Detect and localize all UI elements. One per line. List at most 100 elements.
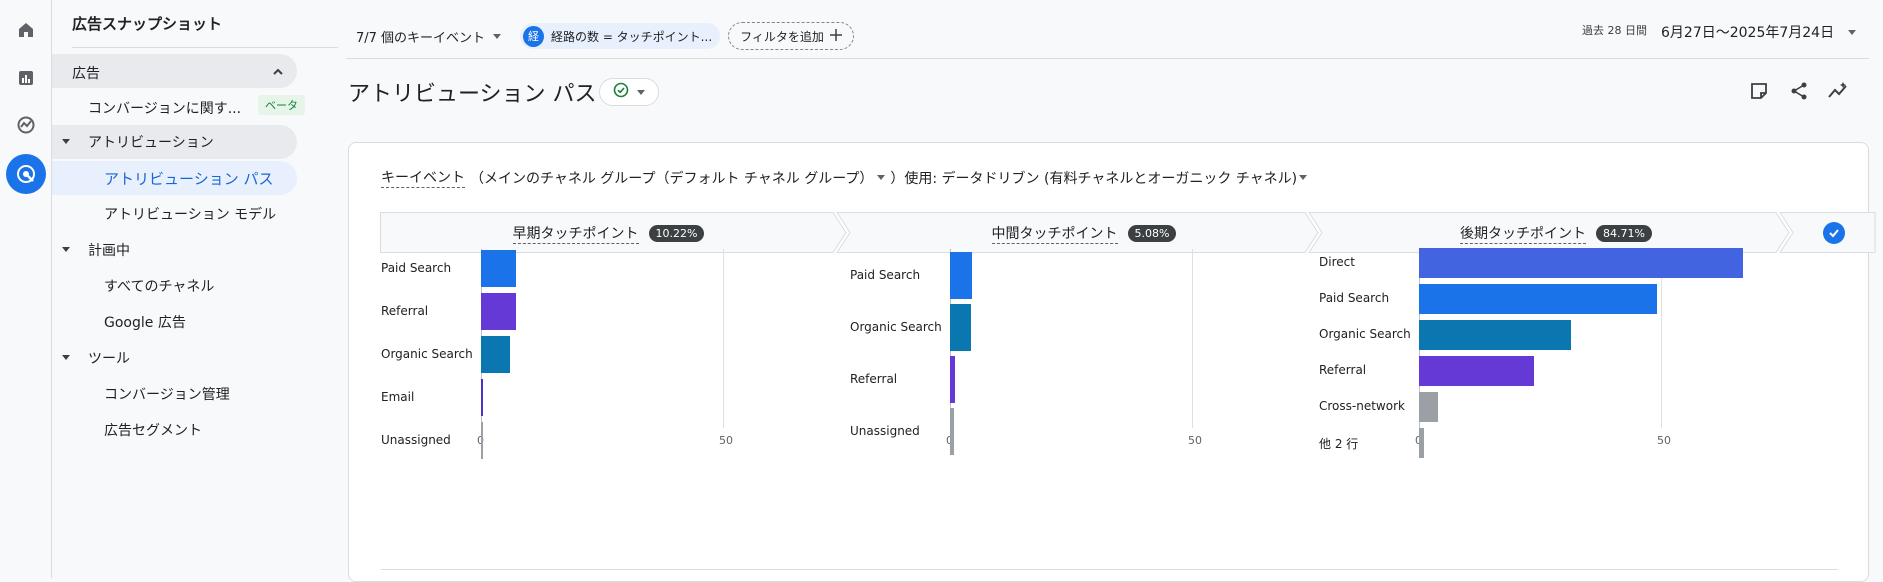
category-label: Referral bbox=[850, 371, 898, 386]
dimension-selector[interactable]: （メインのチャネル グループ（デフォルト チャネル グループ） bbox=[470, 168, 886, 188]
sidebar-section-label: 広告 bbox=[72, 66, 100, 82]
date-range-label: 6月27日～2025年7月24日 bbox=[1661, 25, 1835, 41]
add-filter-label: フィルタを追加 bbox=[740, 29, 824, 44]
share-icon[interactable] bbox=[1786, 78, 1812, 104]
bar[interactable] bbox=[481, 336, 511, 373]
stage-percent-badge: 84.71% bbox=[1596, 224, 1652, 242]
x-tick-label: 50 bbox=[1657, 434, 1671, 447]
icon-rail bbox=[0, 0, 52, 578]
expand-triangle-icon bbox=[62, 247, 70, 252]
dimension-label: （メインのチャネル グループ（デフォルト チャネル グループ） bbox=[470, 170, 874, 187]
home-icon[interactable] bbox=[6, 10, 46, 50]
sidebar-item-google-ads[interactable]: Google 広告 bbox=[104, 305, 186, 339]
sidebar-item-label: 広告セグメント bbox=[104, 423, 202, 439]
sidebar-item-label: ツール bbox=[88, 351, 130, 367]
header-divider bbox=[346, 58, 1869, 59]
insights-icon[interactable] bbox=[1825, 78, 1851, 104]
sidebar-divider bbox=[72, 47, 338, 48]
bar[interactable] bbox=[481, 422, 483, 459]
bar[interactable] bbox=[481, 379, 483, 416]
check-circle-icon bbox=[613, 82, 629, 102]
chevron-up-icon bbox=[271, 64, 285, 83]
plus-icon bbox=[829, 28, 842, 44]
edit-note-icon[interactable] bbox=[1746, 78, 1772, 104]
sidebar-item-ad-segments[interactable]: 広告セグメント bbox=[104, 413, 202, 447]
sidebar-item-conversion-management[interactable]: コンバージョン管理 bbox=[104, 377, 230, 411]
category-label: Email bbox=[381, 389, 415, 404]
sidebar-item-label: アトリビューション パス bbox=[104, 169, 274, 188]
sidebar-item-planning[interactable]: 計画中 bbox=[52, 233, 302, 267]
bar[interactable] bbox=[481, 293, 516, 330]
advertising-icon[interactable] bbox=[6, 154, 46, 194]
page-title: アトリビューション パス bbox=[348, 82, 597, 107]
sidebar-item-label: コンバージョン管理 bbox=[104, 387, 230, 403]
category-label: Unassigned bbox=[381, 432, 451, 447]
card-description: キーイベント （メインのチャネル グループ（デフォルト チャネル グループ） ）… bbox=[381, 167, 1308, 188]
category-label: Cross-network bbox=[1319, 399, 1405, 413]
sidebar-item-attribution-models[interactable]: アトリビューション モデル bbox=[104, 197, 276, 231]
grid-line bbox=[723, 249, 724, 428]
sidebar-section-ads[interactable]: 広告 bbox=[52, 54, 297, 88]
sidebar-item-all-channels[interactable]: すべてのチャネル bbox=[104, 269, 214, 303]
stage-percent-badge: 10.22% bbox=[648, 224, 705, 242]
beta-badge: ベータ bbox=[258, 95, 305, 115]
stage-late[interactable]: 後期タッチポイント 84.71% bbox=[1321, 213, 1791, 253]
bar[interactable] bbox=[481, 250, 517, 287]
filter-chip-label: 経路の数 = タッチポイント... bbox=[551, 29, 713, 44]
status-selector[interactable] bbox=[599, 78, 659, 106]
add-filter-button[interactable]: フィルタを追加 bbox=[728, 22, 854, 50]
sidebar-item-label: アトリビューション モデル bbox=[104, 207, 277, 223]
expand-triangle-icon bbox=[62, 139, 70, 144]
explore-icon[interactable] bbox=[6, 105, 46, 145]
sidebar: 広告スナップショット 広告 コンバージョンに関す... ベータ アトリビューショ… bbox=[52, 0, 338, 578]
bar[interactable] bbox=[1419, 356, 1535, 386]
model-selector[interactable]: ）使用: データドリブン (有料チャネルとオーガニック チャネル) bbox=[890, 168, 1308, 188]
category-label: Organic Search bbox=[1319, 327, 1411, 341]
category-label: Paid Search bbox=[850, 267, 921, 282]
date-range-selector[interactable]: 6月27日～2025年7月24日 bbox=[1661, 22, 1857, 42]
sidebar-item-label: 計画中 bbox=[88, 243, 130, 259]
category-label: Organic Search bbox=[381, 346, 473, 361]
reports-icon[interactable] bbox=[6, 58, 46, 98]
category-label: Organic Search bbox=[850, 319, 942, 334]
bar[interactable] bbox=[1419, 392, 1439, 422]
filter-badge: 経 bbox=[523, 25, 544, 47]
x-tick-label: 50 bbox=[1188, 434, 1202, 447]
bar[interactable] bbox=[1419, 428, 1424, 458]
model-label: ）使用: データドリブン (有料チャネルとオーガニック チャネル) bbox=[890, 170, 1298, 187]
date-range-prefix: 過去 28 日間 bbox=[1582, 24, 1647, 37]
category-label: Direct bbox=[1319, 255, 1355, 269]
category-label: Paid Search bbox=[1319, 291, 1390, 305]
key-events-selector[interactable]: 7/7 個のキーイベント bbox=[356, 27, 502, 46]
card-divider bbox=[381, 569, 1838, 570]
sidebar-item-label: アトリビューション bbox=[88, 135, 214, 151]
grid-line bbox=[1192, 249, 1193, 428]
bar[interactable] bbox=[950, 356, 955, 403]
sidebar-item-attribution[interactable]: アトリビューション bbox=[52, 125, 297, 159]
dropdown-caret-icon bbox=[493, 34, 502, 39]
stage-early[interactable]: 早期タッチポイント 10.22% bbox=[381, 213, 836, 253]
bar[interactable] bbox=[1419, 284, 1658, 314]
expand-triangle-icon bbox=[62, 355, 70, 360]
metric-link[interactable]: キーイベント bbox=[381, 167, 465, 188]
sidebar-item-attribution-paths[interactable]: アトリビューション パス bbox=[52, 161, 297, 195]
bar[interactable] bbox=[1419, 320, 1572, 350]
sidebar-title: 広告スナップショット bbox=[72, 15, 223, 33]
dropdown-caret-icon bbox=[1848, 29, 1857, 35]
stage-label: 後期タッチポイント bbox=[1460, 223, 1587, 244]
bar[interactable] bbox=[1419, 248, 1744, 278]
bar[interactable] bbox=[950, 304, 971, 351]
stage-percent-badge: 5.08% bbox=[1127, 224, 1177, 242]
category-label: Referral bbox=[1319, 363, 1367, 377]
category-label: 他 2 行 bbox=[1319, 437, 1359, 451]
bar[interactable] bbox=[950, 252, 972, 299]
category-label: Referral bbox=[381, 303, 429, 318]
attribution-paths-card: キーイベント （メインのチャネル グループ（デフォルト チャネル グループ） ）… bbox=[348, 142, 1876, 582]
check-circle-icon[interactable] bbox=[1823, 222, 1845, 244]
stage-mid[interactable]: 中間タッチポイント 5.08% bbox=[849, 213, 1319, 253]
bar[interactable] bbox=[950, 408, 954, 455]
sidebar-item-tools[interactable]: ツール bbox=[52, 341, 302, 375]
sidebar-item-conversions[interactable]: コンバージョンに関す... ベータ bbox=[52, 91, 305, 125]
sidebar-item-label: すべてのチャネル bbox=[104, 279, 215, 295]
filter-chip[interactable]: 経 経路の数 = タッチポイント... bbox=[520, 23, 720, 49]
